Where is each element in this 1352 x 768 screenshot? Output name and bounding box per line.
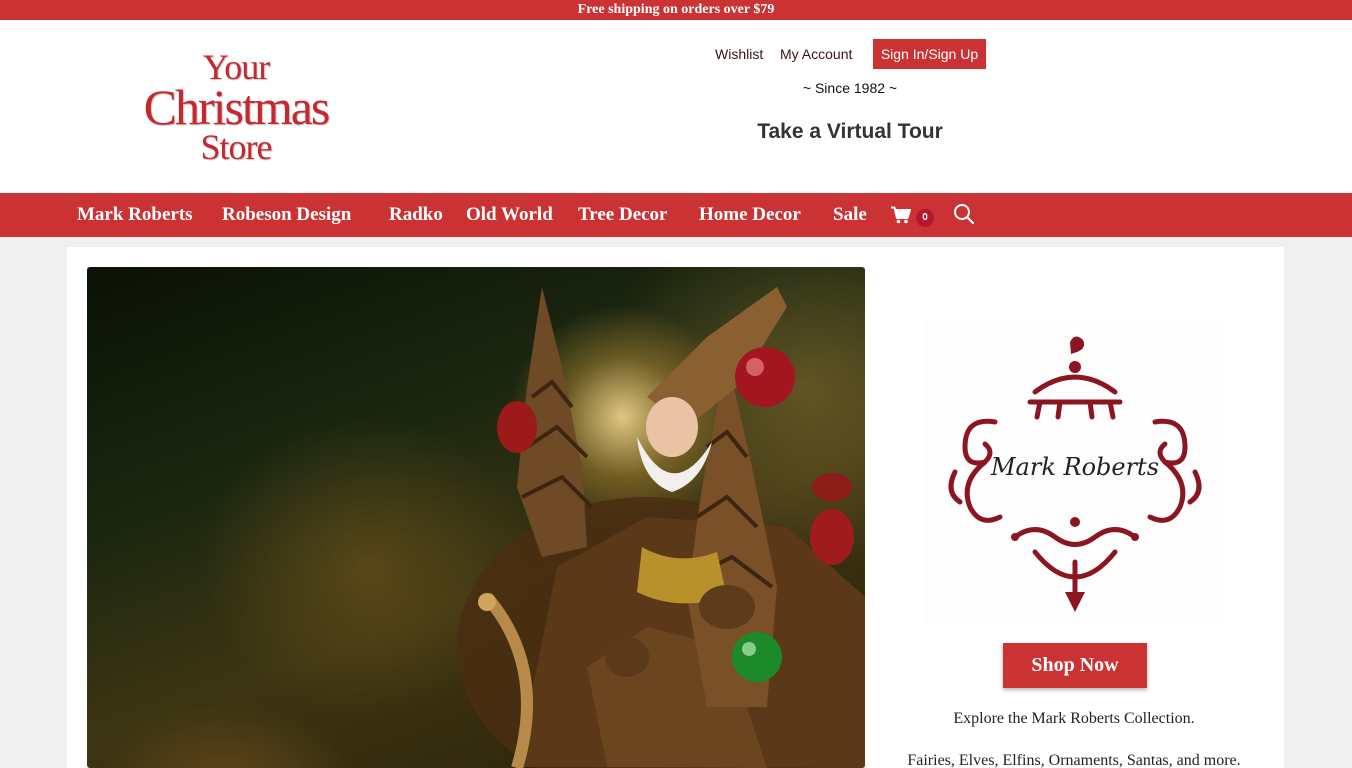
site-header: Your Christmas Store Wishlist My Account… bbox=[0, 20, 1352, 193]
collection-description-text: Fairies, Elves, Elfins, Ornaments, Santa… bbox=[907, 752, 1241, 768]
santa-figurine-illustration bbox=[457, 287, 865, 768]
nav-item-tree-decor[interactable]: Tree Decor bbox=[578, 193, 668, 237]
main-navigation: Mark Roberts Robeson Design Radko Old Wo… bbox=[0, 193, 1352, 237]
logo-line-2: Christmas bbox=[143, 79, 331, 135]
explore-collection-text: Explore the Mark Roberts Collection. bbox=[953, 710, 1195, 727]
logo-line-3: Store bbox=[200, 127, 273, 167]
nav-item-robeson-design[interactable]: Robeson Design bbox=[222, 193, 351, 237]
nav-item-sale[interactable]: Sale bbox=[833, 193, 867, 237]
since-tagline: ~ Since 1982 ~ bbox=[802, 80, 898, 96]
sign-in-button[interactable]: Sign In/Sign Up bbox=[873, 39, 986, 69]
main-content: Mark Roberts Shop Now Explore the Mark R… bbox=[67, 247, 1284, 768]
nav-item-mark-roberts[interactable]: Mark Roberts bbox=[77, 193, 193, 237]
virtual-tour-link[interactable]: Take a Virtual Tour bbox=[740, 120, 960, 144]
nav-item-radko[interactable]: Radko bbox=[389, 193, 443, 237]
hero-image-mark-roberts-santa[interactable] bbox=[87, 267, 865, 768]
nav-item-old-world[interactable]: Old World bbox=[466, 193, 553, 237]
cart-count-badge: 0 bbox=[916, 209, 934, 227]
mark-roberts-brand-logo[interactable]: Mark Roberts bbox=[925, 322, 1225, 622]
brand-script-text: Mark Roberts bbox=[990, 453, 1159, 481]
free-shipping-banner: Free shipping on orders over $79 bbox=[0, 0, 1352, 20]
shop-now-button[interactable]: Shop Now bbox=[1003, 643, 1147, 688]
my-account-link[interactable]: My Account bbox=[780, 39, 852, 69]
ornate-scroll-frame-icon: Mark Roberts bbox=[948, 336, 1202, 612]
nav-item-home-decor[interactable]: Home Decor bbox=[699, 193, 801, 237]
store-logo[interactable]: Your Christmas Store bbox=[118, 49, 354, 167]
free-shipping-text: Free shipping on orders over $79 bbox=[577, 2, 775, 17]
wishlist-link[interactable]: Wishlist bbox=[715, 39, 763, 69]
shopping-cart-icon[interactable] bbox=[891, 206, 911, 224]
search-icon[interactable] bbox=[953, 203, 975, 225]
